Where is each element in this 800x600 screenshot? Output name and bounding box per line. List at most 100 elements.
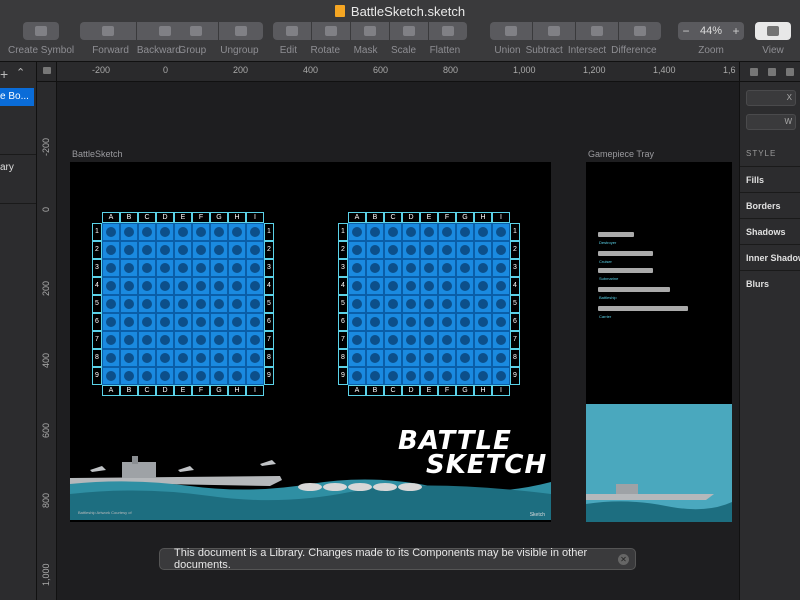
board-cell[interactable] [366, 241, 384, 259]
board-cell[interactable] [210, 223, 228, 241]
board-cell[interactable] [456, 313, 474, 331]
board-cell[interactable] [438, 295, 456, 313]
board-cell[interactable] [402, 367, 420, 385]
board-cell[interactable] [210, 241, 228, 259]
board-cell[interactable] [438, 223, 456, 241]
board-cell[interactable] [138, 349, 156, 367]
difference-button[interactable] [619, 22, 661, 40]
board-cell[interactable] [438, 277, 456, 295]
board-cell[interactable] [102, 367, 120, 385]
board-cell[interactable] [156, 241, 174, 259]
union-button[interactable] [490, 22, 532, 40]
align-right-icon[interactable] [786, 68, 794, 76]
board-cell[interactable] [156, 313, 174, 331]
zoom-in-button[interactable]: + [728, 24, 744, 38]
board-cell[interactable] [492, 277, 510, 295]
board-cell[interactable] [120, 331, 138, 349]
blurs-section[interactable]: Blurs [740, 270, 800, 296]
submarine-piece[interactable] [598, 268, 653, 273]
board-cell[interactable] [210, 367, 228, 385]
board-cell[interactable] [174, 223, 192, 241]
board-cell[interactable] [228, 295, 246, 313]
board-cell[interactable] [420, 223, 438, 241]
board-cell[interactable] [192, 241, 210, 259]
board-cell[interactable] [102, 349, 120, 367]
board-cell[interactable] [246, 241, 264, 259]
board-cell[interactable] [174, 349, 192, 367]
board-cell[interactable] [366, 331, 384, 349]
board-cell[interactable] [456, 367, 474, 385]
board-cell[interactable] [366, 313, 384, 331]
board-cell[interactable] [384, 295, 402, 313]
board-cell[interactable] [192, 295, 210, 313]
board-cell[interactable] [474, 367, 492, 385]
align-left-icon[interactable] [750, 68, 758, 76]
board-cell[interactable] [348, 331, 366, 349]
board-cell[interactable] [420, 295, 438, 313]
board-cell[interactable] [492, 331, 510, 349]
board-cell[interactable] [102, 295, 120, 313]
battlesketch-artboard[interactable]: AABBCCDDEEFFGGHHII112233445566778899 AAB… [70, 162, 551, 522]
board-cell[interactable] [474, 349, 492, 367]
board-cell[interactable] [138, 277, 156, 295]
board-cell[interactable] [402, 349, 420, 367]
fills-section[interactable]: Fills [740, 166, 800, 192]
board-cell[interactable] [120, 241, 138, 259]
horizontal-ruler[interactable]: -200 0 200 400 600 800 1,000 1,200 1,400… [57, 62, 739, 82]
board-cell[interactable] [420, 331, 438, 349]
close-icon[interactable]: ✕ [618, 554, 629, 565]
board-cell[interactable] [456, 331, 474, 349]
board-cell[interactable] [210, 349, 228, 367]
board-cell[interactable] [102, 259, 120, 277]
board-cell[interactable] [492, 241, 510, 259]
board-cell[interactable] [210, 313, 228, 331]
board-cell[interactable] [492, 367, 510, 385]
board-cell[interactable] [438, 331, 456, 349]
board-cell[interactable] [192, 259, 210, 277]
board-cell[interactable] [138, 223, 156, 241]
board-cell[interactable] [492, 259, 510, 277]
board-cell[interactable] [228, 223, 246, 241]
view-menu-button[interactable] [755, 22, 791, 40]
add-page-icon[interactable]: + [0, 66, 8, 82]
create-symbol-tool[interactable]: Create Symbol [8, 22, 74, 60]
collapse-pages-icon[interactable]: ⌃ [16, 66, 25, 79]
library-item[interactable]: ary [0, 162, 14, 173]
zoom-control[interactable]: − 44% + [678, 22, 745, 40]
board-cell[interactable] [246, 331, 264, 349]
subtract-button[interactable] [533, 22, 575, 40]
x-position-field[interactable]: X [746, 90, 796, 106]
board-cell[interactable] [102, 313, 120, 331]
board-cell[interactable] [402, 241, 420, 259]
board-cell[interactable] [366, 223, 384, 241]
board-cell[interactable] [246, 295, 264, 313]
board-cell[interactable] [120, 349, 138, 367]
destroyer-piece[interactable] [598, 232, 634, 237]
board-cell[interactable] [138, 295, 156, 313]
board-cell[interactable] [102, 241, 120, 259]
board-cell[interactable] [456, 259, 474, 277]
scale-button[interactable] [390, 22, 428, 40]
borders-section[interactable]: Borders [740, 192, 800, 218]
carrier-piece[interactable] [598, 306, 688, 311]
board-cell[interactable] [402, 295, 420, 313]
board-cell[interactable] [246, 259, 264, 277]
board-cell[interactable] [210, 277, 228, 295]
board-cell[interactable] [402, 223, 420, 241]
board-cell[interactable] [156, 295, 174, 313]
board-cell[interactable] [402, 331, 420, 349]
board-cell[interactable] [138, 259, 156, 277]
board-cell[interactable] [210, 331, 228, 349]
board-cell[interactable] [120, 259, 138, 277]
board-cell[interactable] [384, 277, 402, 295]
width-field[interactable]: W [746, 114, 796, 130]
artboard-title[interactable]: BattleSketch [72, 149, 123, 159]
board-cell[interactable] [192, 313, 210, 331]
board-cell[interactable] [456, 241, 474, 259]
board-cell[interactable] [348, 367, 366, 385]
ungroup-button[interactable] [219, 22, 263, 40]
board-cell[interactable] [492, 349, 510, 367]
board-cell[interactable] [246, 223, 264, 241]
board-cell[interactable] [402, 277, 420, 295]
board-cell[interactable] [156, 277, 174, 295]
